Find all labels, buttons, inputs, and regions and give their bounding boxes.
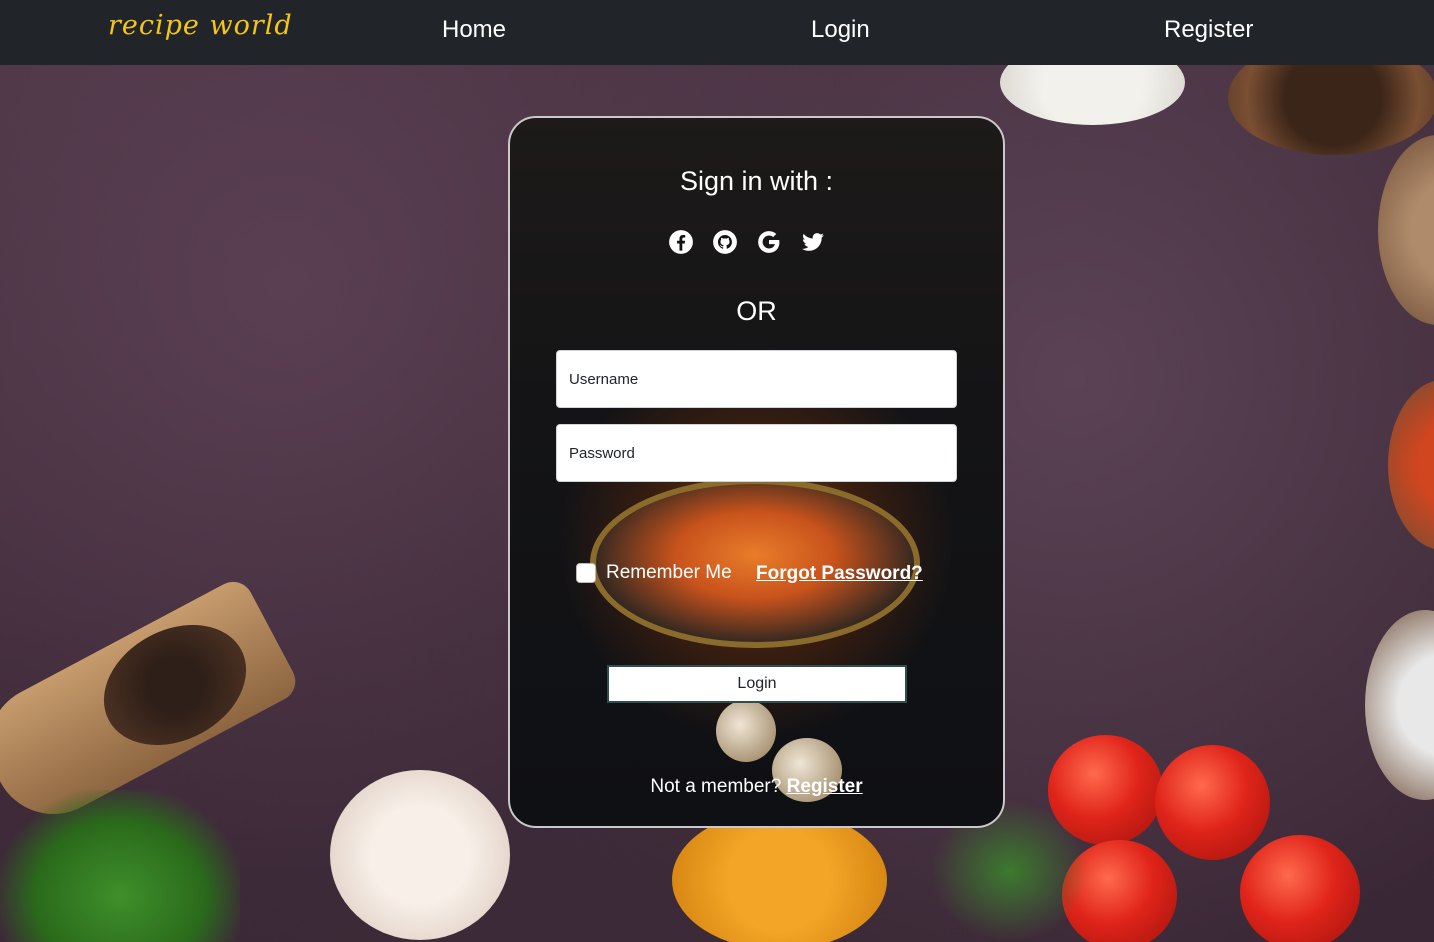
- login-card: Sign in with : OR Remember Me Forgot Pas…: [508, 116, 1005, 828]
- github-icon[interactable]: [711, 228, 739, 256]
- parsley: [0, 790, 240, 942]
- twitter-icon[interactable]: [799, 228, 827, 256]
- remember-me: Remember Me: [576, 562, 732, 584]
- facebook-icon[interactable]: [667, 228, 695, 256]
- nav-login[interactable]: Login: [811, 16, 870, 44]
- forgot-password-link[interactable]: Forgot Password?: [756, 563, 923, 585]
- tomato: [1240, 835, 1360, 942]
- username-input[interactable]: [556, 350, 957, 408]
- paprika-bowl: [1388, 380, 1434, 550]
- password-input[interactable]: [556, 424, 957, 482]
- salt-bowl: [1365, 610, 1434, 800]
- not-member-label: Not a member?: [650, 776, 787, 797]
- navbar: recipe world Home Login Register: [0, 0, 1434, 65]
- nav-home[interactable]: Home: [442, 16, 506, 44]
- garlic: [330, 770, 510, 940]
- google-icon[interactable]: [755, 228, 783, 256]
- register-link[interactable]: Register: [787, 776, 863, 797]
- remember-label: Remember Me: [606, 562, 732, 583]
- tomato: [1155, 745, 1270, 860]
- remember-checkbox[interactable]: [576, 563, 596, 583]
- quail-egg: [716, 700, 776, 762]
- sign-in-title: Sign in with :: [679, 166, 834, 196]
- turmeric-bowl: [672, 810, 887, 942]
- login-button[interactable]: Login: [607, 665, 907, 703]
- spice-bowl: [1378, 135, 1434, 325]
- nav-register[interactable]: Register: [1164, 16, 1253, 44]
- not-member-text: Not a member? Register: [510, 776, 1003, 798]
- brand-logo[interactable]: recipe world: [108, 10, 293, 41]
- or-divider: OR: [736, 296, 777, 326]
